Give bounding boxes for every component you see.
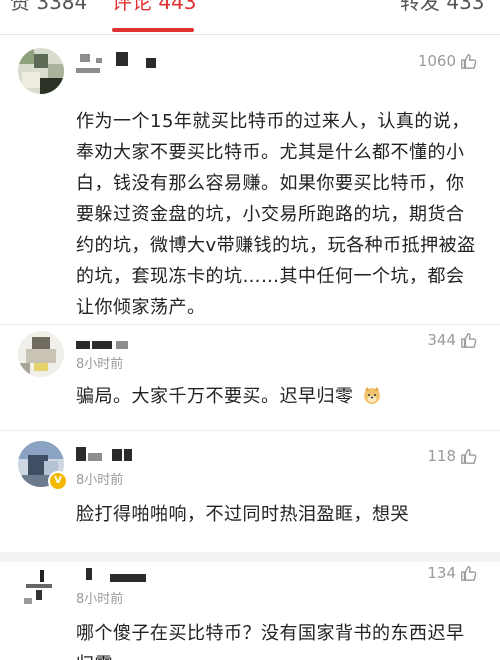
verified-badge-icon: V <box>48 471 68 491</box>
tab-comments[interactable]: 评论 443 <box>112 0 197 15</box>
active-tab-indicator <box>112 28 194 32</box>
tab-reposts[interactable]: 转发 433 <box>400 0 485 15</box>
avatar[interactable] <box>18 48 64 94</box>
thumbs-up-icon <box>461 449 477 464</box>
thumbs-up-icon <box>461 566 477 581</box>
like-button[interactable]: 344 <box>427 331 478 349</box>
like-button[interactable]: 134 <box>427 564 478 582</box>
like-count: 134 <box>427 564 456 582</box>
doge-emoji-icon <box>363 387 380 404</box>
thumbs-up-icon <box>461 333 477 348</box>
comment-text: 脸打得啪啪响，不过同时热泪盈眶，想哭 <box>76 504 409 525</box>
like-button[interactable]: 1060 <box>418 52 478 70</box>
comment-text: 作为一个15年就买比特币的过来人，认真的说，奉劝大家不要买比特币。尤其是什么都不… <box>76 111 476 318</box>
thumbs-up-icon <box>461 54 477 69</box>
comment-time: 8小时前 <box>76 592 124 607</box>
comment-text: 哪个傻子在买比特币？没有国家背书的东西迟早归零 <box>76 623 465 660</box>
like-count: 118 <box>427 447 456 465</box>
avatar[interactable] <box>18 331 64 377</box>
comment-item: 8小时前 134 哪个傻子在买比特币？没有国家背书的东西迟早归零 <box>0 562 500 660</box>
like-count: 1060 <box>417 52 456 70</box>
comment-item: 1060 作为一个15年就买比特币的过来人，认真的说，奉劝大家不要买比特币。尤其… <box>0 34 500 324</box>
tab-likes[interactable]: 赞 3384 <box>10 0 87 15</box>
comment-time: 8小时前 <box>76 473 124 488</box>
comments-page: 赞 3384 评论 443 转发 433 1060 作为一个15年就买比特币的过… <box>0 0 500 660</box>
comment-text-row: 骗局。大家千万不要买。迟早归零 <box>76 381 476 412</box>
comment-text: 骗局。大家千万不要买。迟早归零 <box>76 386 354 407</box>
comment-item: V 8小时前 118 脸打得啪啪响，不过同时热泪盈眶，想哭 <box>0 430 500 551</box>
comment-item: 8小时前 344 骗局。大家千万不要买。迟早归零 <box>0 324 500 429</box>
like-button[interactable]: 118 <box>427 447 478 465</box>
comment-time: 8小时前 <box>76 357 124 372</box>
section-divider <box>0 552 500 562</box>
avatar[interactable] <box>18 568 64 614</box>
comment-tabs: 赞 3384 评论 443 转发 433 <box>0 0 500 35</box>
like-count: 344 <box>427 331 456 349</box>
